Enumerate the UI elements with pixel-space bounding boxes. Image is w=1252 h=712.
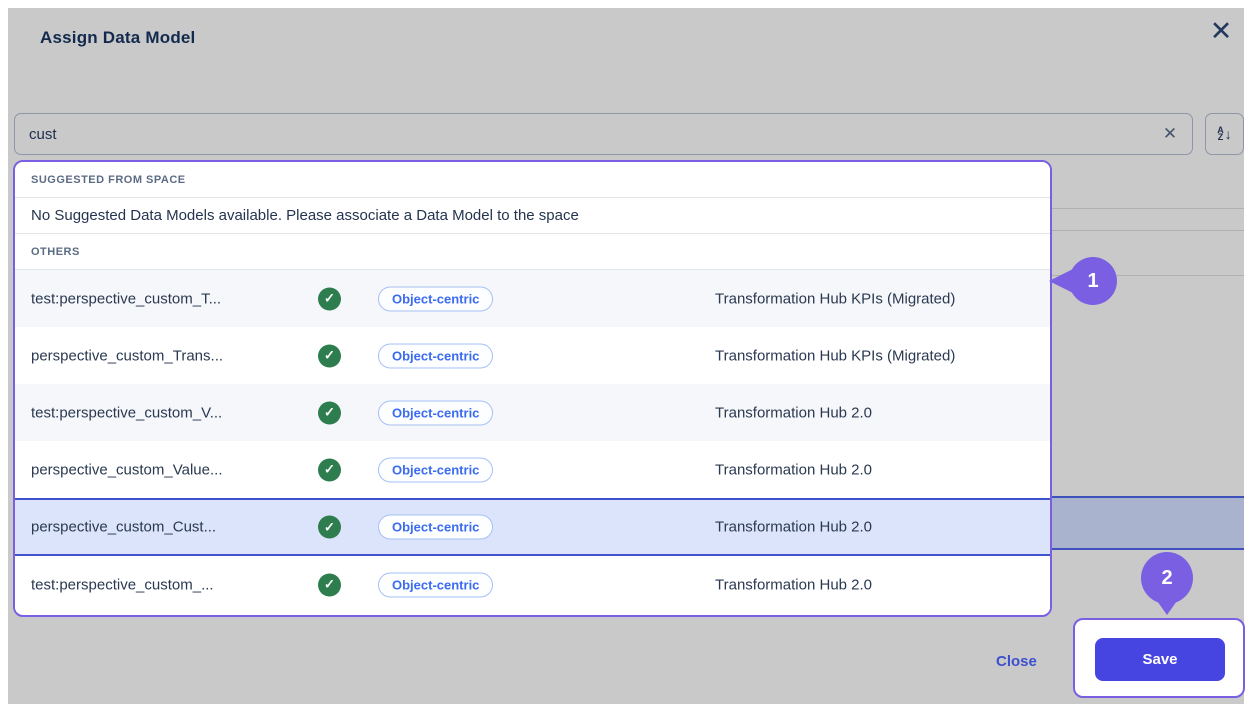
data-model-row[interactable]: perspective_custom_Trans... ✓ Object-cen… <box>15 327 1050 384</box>
assign-data-model-modal: Assign Data Model ✕ ✕ AZ ↓ SUGGESTED FRO… <box>8 8 1244 704</box>
suggested-empty-message: No Suggested Data Models available. Plea… <box>15 198 1050 234</box>
object-centric-badge: Object-centric <box>378 515 493 540</box>
check-icon: ✓ <box>318 287 341 310</box>
save-button-highlight: Save <box>1073 618 1245 698</box>
space-name: Transformation Hub 2.0 <box>715 519 872 536</box>
screenshot-root: Assign Data Model ✕ ✕ AZ ↓ SUGGESTED FRO… <box>0 0 1252 712</box>
data-model-name: test:perspective_custom_V... <box>31 404 222 421</box>
sort-az-icon: AZ <box>1217 127 1224 141</box>
check-icon: ✓ <box>318 573 341 596</box>
annotation-step-2: 2 <box>1141 552 1193 604</box>
check-icon: ✓ <box>318 458 341 481</box>
data-model-row[interactable]: test:perspective_custom_V... ✓ Object-ce… <box>15 384 1050 441</box>
background-table-line <box>1052 208 1244 209</box>
data-model-name: perspective_custom_Cust... <box>31 519 216 536</box>
sort-arrow-icon: ↓ <box>1225 127 1232 141</box>
data-model-row[interactable]: test:perspective_custom_... ✓ Object-cen… <box>15 556 1050 613</box>
space-name: Transformation Hub KPIs (Migrated) <box>715 290 955 307</box>
suggested-section-header: SUGGESTED FROM SPACE <box>15 162 1050 198</box>
object-centric-badge: Object-centric <box>378 457 493 482</box>
space-name: Transformation Hub 2.0 <box>715 404 872 421</box>
data-model-name: test:perspective_custom_... <box>31 576 214 593</box>
save-button[interactable]: Save <box>1095 638 1225 681</box>
background-table-line <box>1052 230 1244 231</box>
dropdown-rows: test:perspective_custom_T... ✓ Object-ce… <box>15 270 1050 613</box>
others-section-header: OTHERS <box>15 234 1050 270</box>
annotation-step-1: 1 <box>1069 257 1117 305</box>
check-icon: ✓ <box>318 401 341 424</box>
data-model-name: perspective_custom_Value... <box>31 461 223 478</box>
check-icon: ✓ <box>318 344 341 367</box>
search-input[interactable] <box>14 113 1193 155</box>
data-model-dropdown: SUGGESTED FROM SPACE No Suggested Data M… <box>13 160 1052 617</box>
page-title: Assign Data Model <box>40 28 195 48</box>
data-model-name: test:perspective_custom_T... <box>31 290 221 307</box>
space-name: Transformation Hub KPIs (Migrated) <box>715 347 955 364</box>
check-icon: ✓ <box>318 516 341 539</box>
close-button[interactable]: Close <box>990 652 1043 671</box>
space-name: Transformation Hub 2.0 <box>715 461 872 478</box>
object-centric-badge: Object-centric <box>378 400 493 425</box>
data-model-row[interactable]: perspective_custom_Value... ✓ Object-cen… <box>15 441 1050 498</box>
close-icon[interactable]: ✕ <box>1204 14 1238 48</box>
space-name: Transformation Hub 2.0 <box>715 576 872 593</box>
object-centric-badge: Object-centric <box>378 572 493 597</box>
object-centric-badge: Object-centric <box>378 343 493 368</box>
background-selected-row <box>1052 496 1244 550</box>
object-centric-badge: Object-centric <box>378 286 493 311</box>
sort-button[interactable]: AZ ↓ <box>1205 113 1244 155</box>
data-model-name: perspective_custom_Trans... <box>31 347 223 364</box>
data-model-row[interactable]: test:perspective_custom_T... ✓ Object-ce… <box>15 270 1050 327</box>
clear-search-icon[interactable]: ✕ <box>1154 121 1186 147</box>
data-model-row[interactable]: perspective_custom_Cust... ✓ Object-cent… <box>15 498 1050 556</box>
